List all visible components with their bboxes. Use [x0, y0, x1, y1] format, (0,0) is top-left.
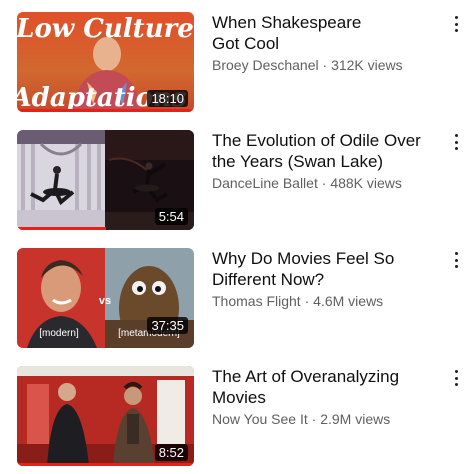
separator: ·	[307, 411, 321, 427]
channel-name[interactable]: Now You See It	[212, 411, 308, 427]
duration-badge: 5:54	[154, 208, 188, 225]
video-thumbnail[interactable]: 5:54	[17, 130, 194, 230]
duration-badge: 18:10	[147, 90, 188, 107]
more-options-icon[interactable]	[449, 14, 463, 34]
title-line: The Evolution of Odile Over	[212, 131, 421, 150]
separator: ·	[318, 57, 332, 73]
view-count: 312K views	[331, 57, 403, 73]
thumb-label-vs: vs	[99, 295, 111, 307]
watch-progress	[17, 463, 194, 466]
video-subtitle: Broey Deschanel · 312K views	[212, 56, 440, 74]
video-thumbnail[interactable]: Low Culture Adaptations 18:10	[17, 12, 194, 112]
more-options-icon[interactable]	[449, 250, 463, 270]
video-title[interactable]: Why Do Movies Feel So Different Now?	[212, 248, 440, 290]
video-thumbnail[interactable]: vs [modern] [metamodern] 37:35	[17, 248, 194, 348]
more-options-icon[interactable]	[449, 368, 463, 388]
watch-progress	[17, 109, 194, 112]
video-subtitle: Now You See It · 2.9M views	[212, 410, 440, 428]
title-line: The Art of Overanalyzing	[212, 367, 400, 386]
thumb-label-left: [modern]	[39, 328, 79, 339]
channel-name[interactable]: Thomas Flight	[212, 293, 301, 309]
duration-badge: 37:35	[147, 317, 188, 334]
video-item[interactable]: Low Culture Adaptations 18:10 When Shake…	[0, 12, 474, 112]
video-item[interactable]: 8:52 The Art of Overanalyzing Movies Now…	[0, 366, 474, 466]
video-meta: The Evolution of Odile Over the Years (S…	[212, 130, 440, 192]
title-line: Different Now?	[212, 270, 325, 289]
separator: ·	[300, 293, 314, 309]
view-count: 2.9M views	[320, 411, 391, 427]
view-count: 488K views	[330, 175, 402, 191]
watch-progress	[17, 227, 106, 230]
video-title[interactable]: The Evolution of Odile Over the Years (S…	[212, 130, 440, 172]
title-line: Movies	[212, 388, 266, 407]
duration-badge: 8:52	[154, 444, 188, 461]
title-line: Why Do Movies Feel So	[212, 249, 395, 268]
video-meta: When Shakespeare Got Cool Broey Deschane…	[212, 12, 440, 74]
video-meta: The Art of Overanalyzing Movies Now You …	[212, 366, 440, 428]
video-meta: Why Do Movies Feel So Different Now? Tho…	[212, 248, 440, 310]
view-count: 4.6M views	[313, 293, 384, 309]
video-item[interactable]: vs [modern] [metamodern] 37:35 Why Do Mo…	[0, 248, 474, 348]
channel-name[interactable]: Broey Deschanel	[212, 57, 319, 73]
video-title[interactable]: The Art of Overanalyzing Movies	[212, 366, 440, 408]
thumb-text-top: Low Culture	[17, 14, 194, 44]
title-line: When Shakespeare	[212, 13, 362, 32]
more-options-icon[interactable]	[449, 132, 463, 152]
video-title[interactable]: When Shakespeare Got Cool	[212, 12, 440, 54]
title-line: the Years (Swan Lake)	[212, 152, 384, 171]
video-subtitle: Thomas Flight · 4.6M views	[212, 292, 440, 310]
title-line: Got Cool	[212, 34, 280, 53]
separator: ·	[317, 175, 331, 191]
video-subtitle: DanceLine Ballet · 488K views	[212, 174, 440, 192]
video-item[interactable]: 5:54 The Evolution of Odile Over the Yea…	[0, 130, 474, 230]
video-thumbnail[interactable]: 8:52	[17, 366, 194, 466]
channel-name[interactable]: DanceLine Ballet	[212, 175, 318, 191]
